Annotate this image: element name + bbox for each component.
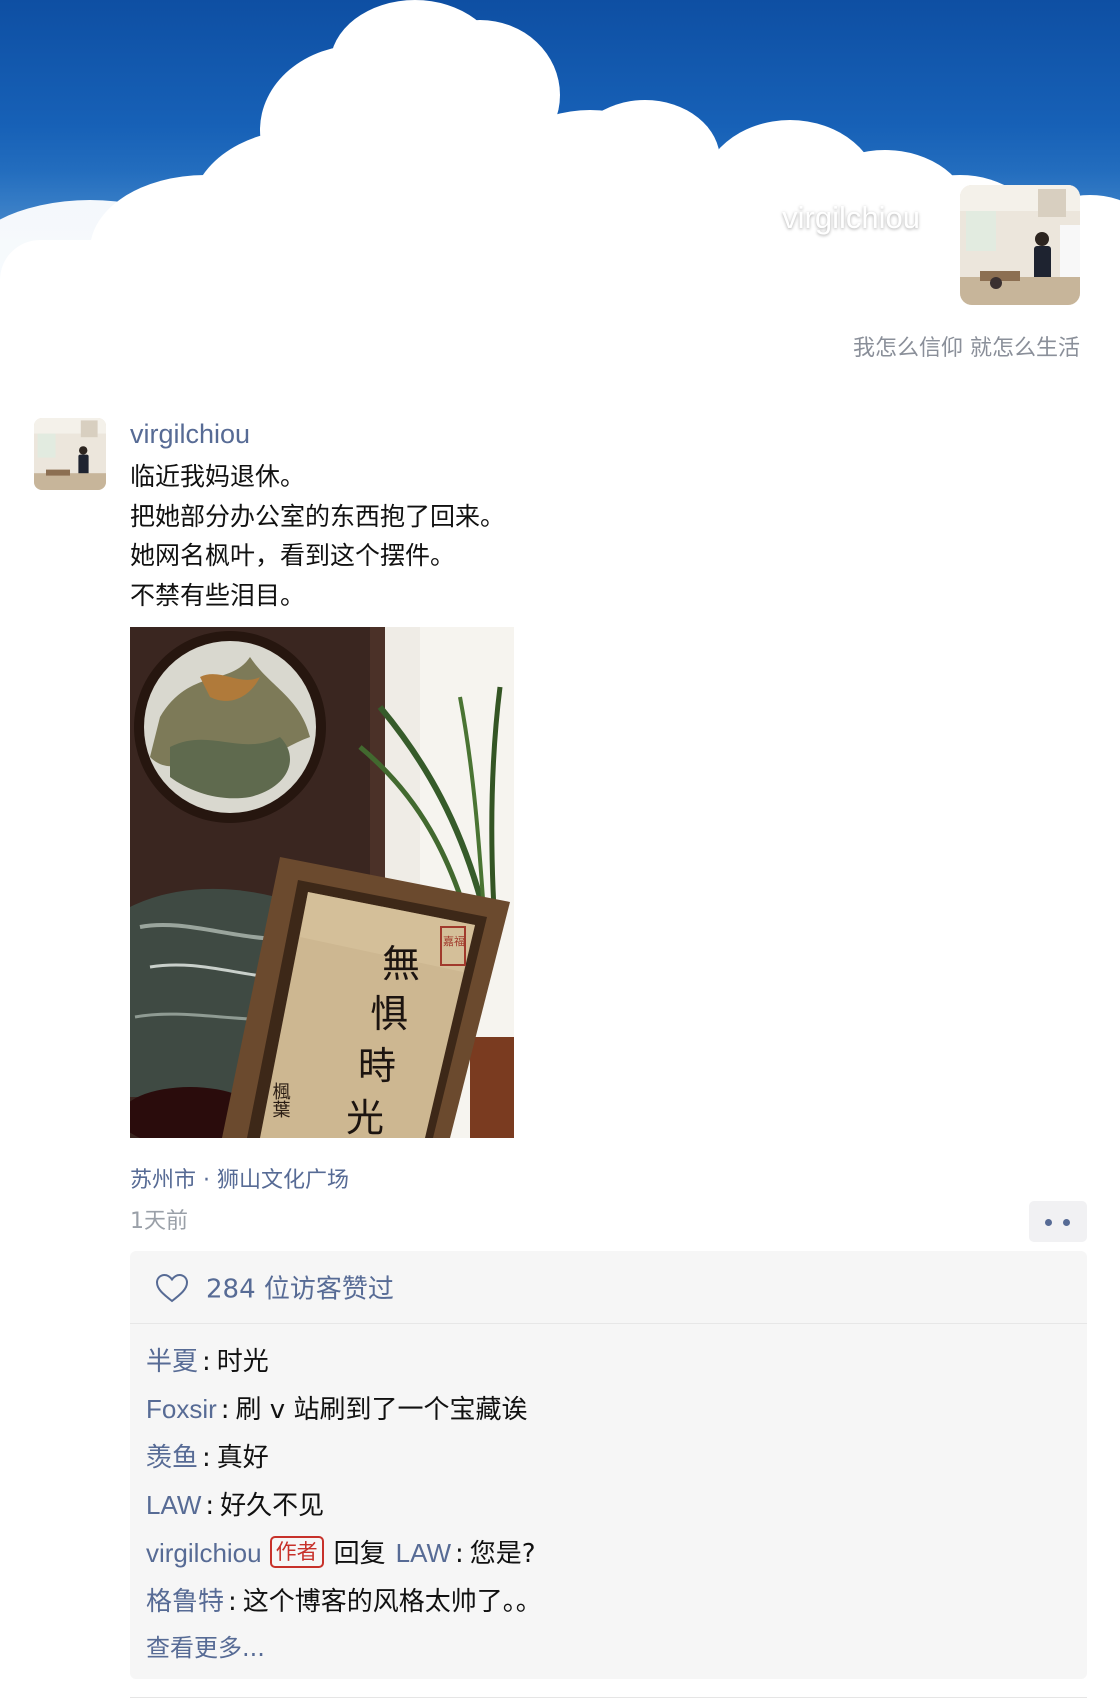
post-text-line: 把她部分办公室的东西抱了回来。 (130, 501, 506, 531)
comment-text: 刷 v 站刷到了一个宝藏诶 (235, 1395, 528, 1425)
profile-avatar[interactable] (960, 185, 1080, 305)
likes-count[interactable]: 284 位访客赞过 (206, 1269, 394, 1306)
comment-item[interactable]: 半夏: 时光 (146, 1337, 1076, 1385)
avatar-photo-icon (34, 418, 106, 490)
post-author-avatar[interactable] (34, 418, 106, 490)
calligraphy-char: 惧 (370, 992, 408, 1036)
comment-item[interactable]: 羡鱼: 真好 (146, 1433, 1076, 1481)
post-text: 临近我妈退休。 把她部分办公室的东西抱了回来。 她网名枫叶，看到这个摆件。 不禁… (130, 457, 1030, 615)
more-button[interactable] (1029, 1201, 1087, 1242)
divider (130, 1697, 1087, 1698)
likes-comments-panel: 284 位访客赞过 半夏: 时光 Foxsir: 刷 v 站刷到了一个宝藏诶 羡鱼:… (130, 1251, 1087, 1679)
comment-text: 您是? (469, 1539, 536, 1569)
more-dots-icon (1045, 1219, 1052, 1226)
comment-item[interactable]: virgilchiou 作者 回复 LAW: 您是? (146, 1529, 1076, 1577)
post-text-line: 不禁有些泪目。 (130, 580, 306, 610)
calligraphy-char: 光 (346, 1096, 384, 1138)
more-dots-icon (1063, 1219, 1070, 1226)
comment-text: 真好 (216, 1443, 269, 1473)
likes-row: 284 位访客赞过 (130, 1251, 1087, 1324)
view-more-link[interactable]: 查看更多... (146, 1625, 1076, 1671)
photo-frame-calligraphy: 無 惧 時 光 嘉福 楓葉 (130, 627, 514, 1138)
comment-author[interactable]: 羡鱼 (146, 1442, 198, 1472)
calligraphy-char: 時 (358, 1044, 396, 1088)
post-text-line: 她网名枫叶，看到这个摆件。 (130, 541, 456, 570)
comment-author[interactable]: 半夏 (146, 1346, 198, 1376)
comment-text: 好久不见 (220, 1491, 325, 1521)
post-time: 1天前 (130, 1209, 188, 1234)
cover-image: virgilchiou (0, 0, 1120, 282)
comment-text: 时光 (216, 1347, 269, 1377)
comment-item[interactable]: 格鲁特: 这个博客的风格太帅了。。 (146, 1577, 1076, 1625)
comment-item[interactable]: Foxsir: 刷 v 站刷到了一个宝藏诶 (146, 1385, 1076, 1433)
comment-author[interactable]: virgilchiou (146, 1538, 262, 1568)
post-text-line: 临近我妈退休。 (130, 462, 306, 491)
reply-target[interactable]: LAW (396, 1538, 451, 1568)
calligraphy-signature: 楓葉 (270, 1082, 291, 1118)
profile-name: virgilchiou (782, 200, 920, 235)
calligraphy-char: 無 (382, 942, 420, 986)
comment-list: 半夏: 时光 Foxsir: 刷 v 站刷到了一个宝藏诶 羡鱼: 真好 LAW: 好久不… (146, 1337, 1076, 1671)
author-badge: 作者 (269, 1535, 324, 1568)
comment-author[interactable]: Foxsir (146, 1394, 217, 1424)
post-location[interactable]: 苏州市 · 狮山文化广场 (130, 1162, 349, 1194)
comment-author[interactable]: LAW (146, 1490, 201, 1520)
post-author-name[interactable]: virgilchiou (130, 419, 250, 450)
avatar-photo-icon (960, 185, 1080, 305)
comment-author[interactable]: 格鲁特 (146, 1586, 224, 1616)
post-photo[interactable]: 無 惧 時 光 嘉福 楓葉 (130, 627, 514, 1138)
seal-text: 嘉福 (443, 934, 465, 948)
heart-outline-icon[interactable] (155, 1273, 189, 1303)
comment-item[interactable]: LAW: 好久不见 (146, 1481, 1076, 1529)
profile-signature: 我怎么信仰 就怎么生活 (853, 336, 1080, 361)
comment-text: 这个博客的风格太帅了。。 (242, 1587, 542, 1617)
reply-label: 回复 (333, 1539, 386, 1569)
